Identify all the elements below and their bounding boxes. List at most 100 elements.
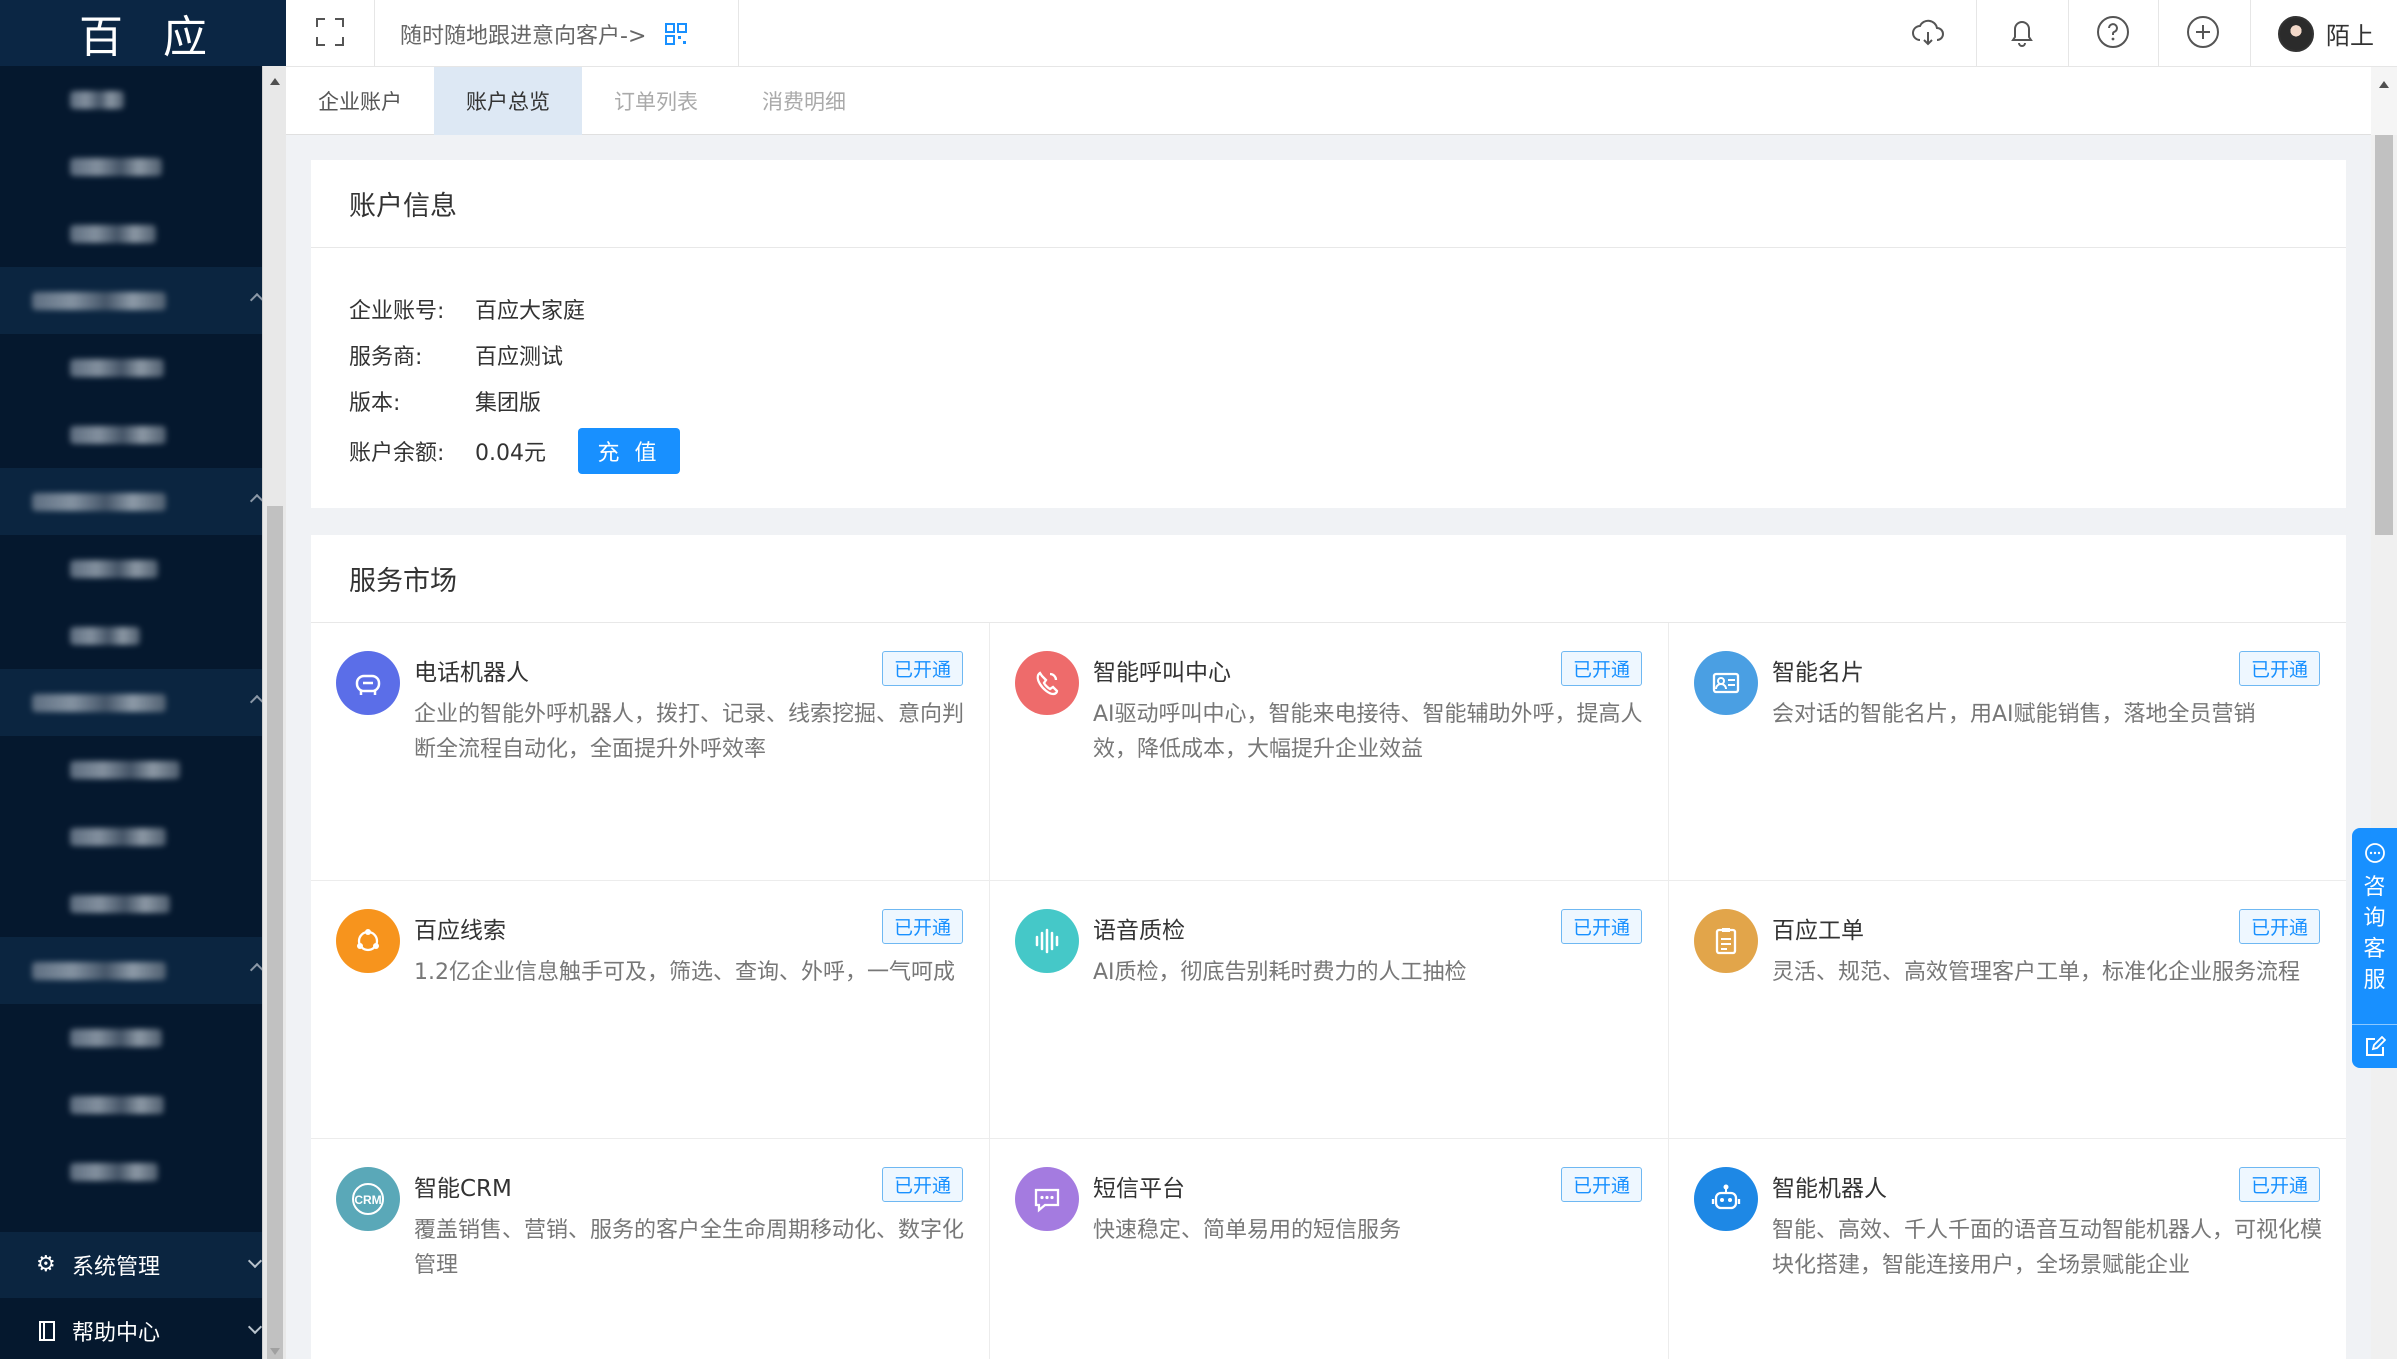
service-description: 企业的智能外呼机器人，拨打、记录、线索挖掘、意向判断全流程自动化，全面提升外呼效… [414,702,965,762]
consult-label: 咨询客服 [2363,875,2386,993]
service-card[interactable]: 百应工单 已开通灵活、规范、高效管理客户工单，标准化企业服务流程 [1669,881,2346,1139]
sidebar-group[interactable] [0,669,265,736]
row-label: 企业账号: [349,299,445,324]
robot-phone-icon [336,651,400,715]
sms-icon [1015,1167,1079,1231]
sidebar-item[interactable] [0,401,262,468]
service-card[interactable]: 电话机器人 已开通企业的智能外呼机器人，拨打、记录、线索挖掘、意向判断全流程自动化… [311,623,990,881]
follow-text: 随时随地跟进意向客户-> [400,23,647,49]
logo-char-right: 应 [163,12,207,63]
follow-customers-link[interactable]: 随时随地跟进意向客户-> [400,0,688,67]
fullscreen-icon[interactable] [314,16,346,48]
scroll-up-arrow-icon[interactable] [270,78,280,85]
sidebar-group[interactable] [0,468,265,535]
main-scrollbar[interactable] [2371,135,2397,1359]
scroll-down-arrow-icon[interactable] [270,1348,280,1355]
sidebar-item[interactable] [0,1004,262,1071]
service-title: 智能机器人 [1772,1176,1887,1202]
service-card[interactable]: 智能机器人 已开通 智能、高效、千人千面的语音互动智能机器人，可视化模块化搭建，智能… [1669,1139,2346,1359]
status-badge: 已开通 [881,1167,963,1202]
service-card[interactable]: 智能名片 已开通 会对话的智能名片，用AI赋能销售，落地全员营销 [1669,623,2346,881]
sidebar-item[interactable] [0,803,262,870]
status-badge: 已开通 [881,651,963,686]
service-description: AI质检，彻底告别耗时费力的人工抽检 [1093,960,1467,985]
gear-icon: ⚙ [36,1252,56,1277]
top-header: 随时随地跟进意向客户-> 陌上 [286,0,2397,67]
status-badge: 已开通 [1560,909,1642,944]
sidebar-group[interactable] [0,267,265,334]
sidebar-item[interactable] [0,1071,262,1138]
service-title: 电话机器人 [414,660,529,686]
sidebar-item[interactable] [0,133,262,200]
chat-icon [2364,843,2385,863]
tab-account-overview[interactable]: 账户总览 [434,67,582,135]
service-title: 语音质检 [1093,918,1185,944]
sidebar-item[interactable] [0,200,262,267]
sidebar-item[interactable] [0,66,262,133]
help-icon[interactable] [2095,14,2131,50]
user-name: 陌上 [2326,22,2374,50]
app-logo[interactable]: 百 应 [0,0,286,66]
user-menu[interactable]: 陌上 [2278,0,2374,67]
service-description: 1.2亿企业信息触手可及，筛选、查询、外呼，一气呵成 [414,960,955,985]
service-title: 百应工单 [1772,918,1864,944]
account-row-version: 版本: 集团版 [349,378,2346,424]
sidebar-item[interactable] [0,1138,262,1205]
service-description: 灵活、规范、高效管理客户工单，标准化企业服务流程 [1772,960,2301,985]
service-grid: 电话机器人 已开通 企业的智能外呼机器人，拨打、记录、线索挖掘、意向判断全流程自动化… [311,623,2346,1359]
scroll-thumb[interactable] [2375,135,2393,535]
tab-consumption-detail[interactable]: 消费明细 [730,67,878,135]
crm-icon: CRM [336,1167,400,1231]
tab-bar: 企业账户 账户总览 订单列表 消费明细 [286,67,2397,135]
add-icon[interactable] [2185,14,2221,50]
service-title: 智能名片 [1772,660,1864,686]
chevron-down-icon [247,1319,263,1335]
service-card[interactable]: 语音质检 已开通 AI质检，彻底告别耗时费力的人工抽检 [990,881,1669,1139]
row-value: 百应大家庭 [475,299,586,324]
sidebar-item[interactable] [0,736,262,803]
card-icon [1694,651,1758,715]
leads-icon [336,909,400,973]
ticket-icon [1694,909,1758,973]
row-value: 百应测试 [475,345,564,370]
scroll-up-arrow-icon[interactable] [2379,81,2389,88]
service-title: 百应线索 [414,918,506,944]
status-badge: 已开通 [1560,651,1642,686]
scroll-thumb[interactable] [267,506,283,1359]
consult-service-widget[interactable]: 咨询客服 [2352,828,2397,1068]
status-badge: 已开通 [2238,651,2320,686]
avatar [2278,15,2314,52]
bell-icon[interactable] [2004,14,2040,50]
account-row-enterprise: 企业账号: 百应大家庭 [349,286,2346,332]
sidebar-scrollbar[interactable] [262,66,286,1359]
sidebar-item-system[interactable]: ⚙ 系统管理 [0,1232,263,1298]
account-row-balance: 账户余额: 0.04元 充 值 [349,424,2346,478]
sidebar-item[interactable] [0,602,262,669]
sidebar-item[interactable] [0,870,262,937]
service-card[interactable]: CRM 智能CRM 已开通 覆盖销售、营销、服务的客户全生命周期移动化、数字化管理 [311,1139,990,1359]
tab-enterprise-account[interactable]: 企业账户 [286,67,434,135]
account-info-panel: 账户信息 企业账号: 百应大家庭 服务商: 百应测试 版本: 集团版 账户余额:… [311,160,2346,508]
voice-wave-icon [1015,909,1079,973]
service-card[interactable]: 智能呼叫中心 已开通 AI驱动呼叫中心，智能来电接待、智能辅助外呼，提高人效，降低成… [990,623,1669,881]
sidebar-group[interactable] [0,937,265,1004]
book-icon [36,1320,58,1342]
sidebar-item[interactable] [0,334,262,401]
balance-value: 0.04元 [475,441,546,466]
qrcode-icon[interactable] [664,22,688,46]
service-card[interactable]: 短信平台 已开通 快速稳定、简单易用的短信服务 [990,1139,1669,1359]
tabs-scrollbar[interactable] [2371,67,2397,135]
account-row-provider: 服务商: 百应测试 [349,332,2346,378]
service-card[interactable]: 百应线索 已开通 1.2亿企业信息触手可及，筛选、查询、外呼，一气呵成 [311,881,990,1139]
cloud-download-icon[interactable] [1910,14,1946,50]
sidebar-item-label: 帮助中心 [72,1321,161,1346]
feedback-button[interactable] [2352,1024,2397,1068]
sidebar: 百 应 ⚙ 系统管理 帮助中心 [0,0,286,1359]
sidebar-item-help[interactable]: 帮助中心 [0,1298,263,1359]
row-label: 账户余额: [349,441,445,466]
recharge-button[interactable]: 充 值 [578,428,680,474]
tab-order-list[interactable]: 订单列表 [582,67,730,135]
service-description: 快速稳定、简单易用的短信服务 [1093,1218,1402,1243]
sidebar-item[interactable] [0,535,262,602]
status-badge: 已开通 [2238,909,2320,944]
